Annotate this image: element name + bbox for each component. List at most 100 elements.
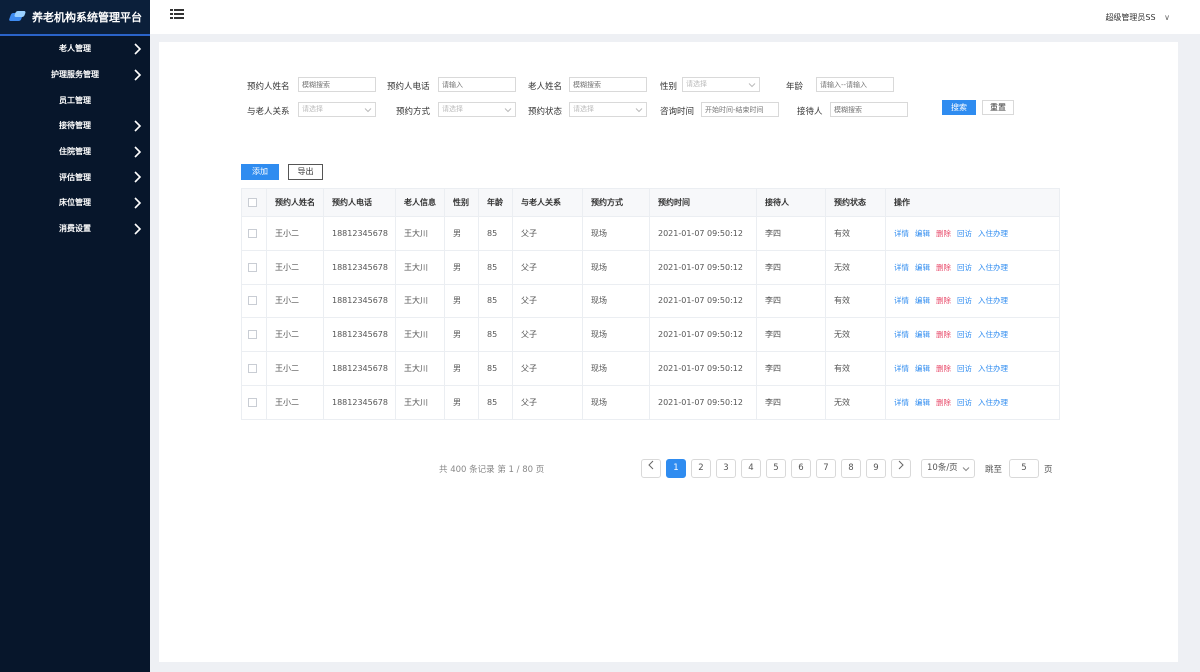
cell-time: 2021-01-07 09:50:12 bbox=[649, 216, 757, 251]
column-header: 预约人姓名 bbox=[266, 188, 324, 217]
row-checkbox[interactable] bbox=[248, 296, 257, 306]
consult-time-label: 咨询时间 bbox=[660, 107, 695, 117]
reservation-table: 预约人姓名 预约人电话 老人信息 性别 年龄 与老人关系 预约方式 预约时间 接待人 预约状态 操作… bbox=[241, 188, 1060, 420]
action-link[interactable]: 回访 bbox=[957, 296, 972, 305]
sidebar-item[interactable]: 床位管理 bbox=[0, 190, 150, 216]
chevron-down-icon bbox=[748, 83, 756, 88]
action-link[interactable]: 删除 bbox=[936, 296, 951, 305]
cell-booker: 王小二 bbox=[266, 216, 324, 251]
action-link[interactable]: 回访 bbox=[957, 364, 972, 373]
action-link[interactable]: 回访 bbox=[957, 229, 972, 238]
prev-page-button[interactable] bbox=[641, 459, 661, 478]
action-link[interactable]: 详情 bbox=[894, 263, 909, 272]
column-header: 预约状态 bbox=[825, 188, 886, 217]
chevron-down-icon bbox=[504, 108, 512, 113]
page-button[interactable]: 8 bbox=[841, 459, 861, 478]
row-checkbox[interactable] bbox=[248, 228, 257, 238]
page-size-select[interactable]: 10条/页 bbox=[921, 459, 975, 478]
page-button[interactable]: 1 bbox=[666, 459, 686, 478]
cell-booker: 王小二 bbox=[266, 317, 324, 353]
action-link[interactable]: 入住办理 bbox=[978, 263, 1008, 272]
reset-button[interactable]: 重置 bbox=[982, 100, 1014, 115]
action-link[interactable]: 入住办理 bbox=[978, 364, 1008, 373]
action-link[interactable]: 详情 bbox=[894, 229, 909, 238]
page-button[interactable]: 3 bbox=[716, 459, 736, 478]
chevron-right-icon bbox=[134, 197, 142, 209]
page-button[interactable]: 4 bbox=[741, 459, 761, 478]
cell-booker: 王小二 bbox=[266, 351, 324, 386]
action-link[interactable]: 入住办理 bbox=[978, 398, 1008, 407]
age-label: 年龄 bbox=[786, 82, 804, 92]
action-link[interactable]: 编辑 bbox=[915, 296, 930, 305]
page-size-value: 10条/页 bbox=[927, 463, 958, 473]
booker-name-input[interactable] bbox=[298, 77, 376, 92]
action-link[interactable]: 入住办理 bbox=[978, 229, 1008, 238]
menu-toggle-icon[interactable] bbox=[170, 8, 184, 20]
select-all-checkbox[interactable] bbox=[248, 198, 257, 207]
row-checkbox[interactable] bbox=[248, 262, 257, 272]
elder-name-input[interactable] bbox=[569, 77, 647, 92]
page-button[interactable]: 2 bbox=[691, 459, 711, 478]
relation-select-placeholder: 请选择 bbox=[302, 105, 323, 113]
method-select[interactable]: 请选择 bbox=[438, 102, 516, 117]
sidebar: 养老机构系统管理平台 老人管理 护理服务管理 员工管理 接待管理 住院管理 评估管理 床位管… bbox=[0, 0, 150, 672]
gender-select[interactable]: 请选择 bbox=[682, 77, 760, 92]
sidebar-item[interactable]: 老人管理 bbox=[0, 36, 150, 62]
action-link[interactable]: 详情 bbox=[894, 296, 909, 305]
column-header: 性别 bbox=[444, 188, 479, 217]
action-link[interactable]: 入住办理 bbox=[978, 296, 1008, 305]
action-link[interactable]: 删除 bbox=[936, 364, 951, 373]
consult-time-range-input[interactable] bbox=[701, 102, 779, 117]
row-checkbox[interactable] bbox=[248, 364, 257, 374]
action-link[interactable]: 删除 bbox=[936, 229, 951, 238]
action-link[interactable]: 删除 bbox=[936, 398, 951, 407]
row-checkbox[interactable] bbox=[248, 397, 257, 407]
action-link[interactable]: 编辑 bbox=[915, 263, 930, 272]
action-link[interactable]: 编辑 bbox=[915, 364, 930, 373]
action-link[interactable]: 回访 bbox=[957, 330, 972, 339]
sidebar-item[interactable]: 员工管理 bbox=[0, 87, 150, 113]
sidebar-item[interactable]: 消费设置 bbox=[0, 216, 150, 242]
cell-booker: 王小二 bbox=[266, 283, 324, 319]
cell-elder: 王大川 bbox=[395, 249, 445, 285]
table-row: 王小二 18812345678 王大川男 85 父子 现场 2021-01-07 09:50… bbox=[241, 384, 1060, 420]
receptionist-input[interactable] bbox=[830, 102, 908, 117]
user-menu[interactable]: 超级管理员SS ∨ bbox=[1105, 12, 1170, 23]
action-link[interactable]: 入住办理 bbox=[978, 330, 1008, 339]
action-link[interactable]: 编辑 bbox=[915, 330, 930, 339]
cell-relation: 父子 bbox=[512, 317, 583, 353]
action-link[interactable]: 详情 bbox=[894, 364, 909, 373]
action-link[interactable]: 编辑 bbox=[915, 398, 930, 407]
page-button[interactable]: 6 bbox=[791, 459, 811, 478]
action-link[interactable]: 回访 bbox=[957, 398, 972, 407]
action-link[interactable]: 详情 bbox=[894, 398, 909, 407]
chevron-right-icon bbox=[898, 460, 904, 470]
column-header: 接待人 bbox=[756, 188, 826, 217]
export-button[interactable]: 导出 bbox=[288, 164, 323, 180]
page-button[interactable]: 7 bbox=[816, 459, 836, 478]
action-link[interactable]: 删除 bbox=[936, 263, 951, 272]
cell-relation: 父子 bbox=[512, 283, 583, 319]
search-button[interactable]: 搜索 bbox=[942, 100, 976, 115]
cell-gender: 男 bbox=[444, 317, 479, 353]
next-page-button[interactable] bbox=[891, 459, 911, 478]
action-link[interactable]: 详情 bbox=[894, 330, 909, 339]
page-button[interactable]: 5 bbox=[766, 459, 786, 478]
sidebar-item[interactable]: 接待管理 bbox=[0, 113, 150, 139]
action-link[interactable]: 删除 bbox=[936, 330, 951, 339]
app-logo[interactable]: 养老机构系统管理平台 bbox=[0, 0, 150, 36]
sidebar-item[interactable]: 护理服务管理 bbox=[0, 62, 150, 88]
age-range-input[interactable] bbox=[816, 77, 894, 92]
page-button[interactable]: 9 bbox=[866, 459, 886, 478]
booker-phone-input[interactable] bbox=[438, 77, 516, 92]
jump-to-page-input[interactable]: 5 bbox=[1009, 459, 1039, 478]
status-select[interactable]: 请选择 bbox=[569, 102, 647, 117]
sidebar-item[interactable]: 评估管理 bbox=[0, 164, 150, 190]
row-checkbox[interactable] bbox=[248, 330, 257, 340]
action-link[interactable]: 编辑 bbox=[915, 229, 930, 238]
cell-phone: 18812345678 bbox=[323, 249, 396, 285]
relation-select[interactable]: 请选择 bbox=[298, 102, 376, 117]
add-button[interactable]: 添加 bbox=[241, 164, 279, 180]
sidebar-item[interactable]: 住院管理 bbox=[0, 139, 150, 165]
action-link[interactable]: 回访 bbox=[957, 263, 972, 272]
